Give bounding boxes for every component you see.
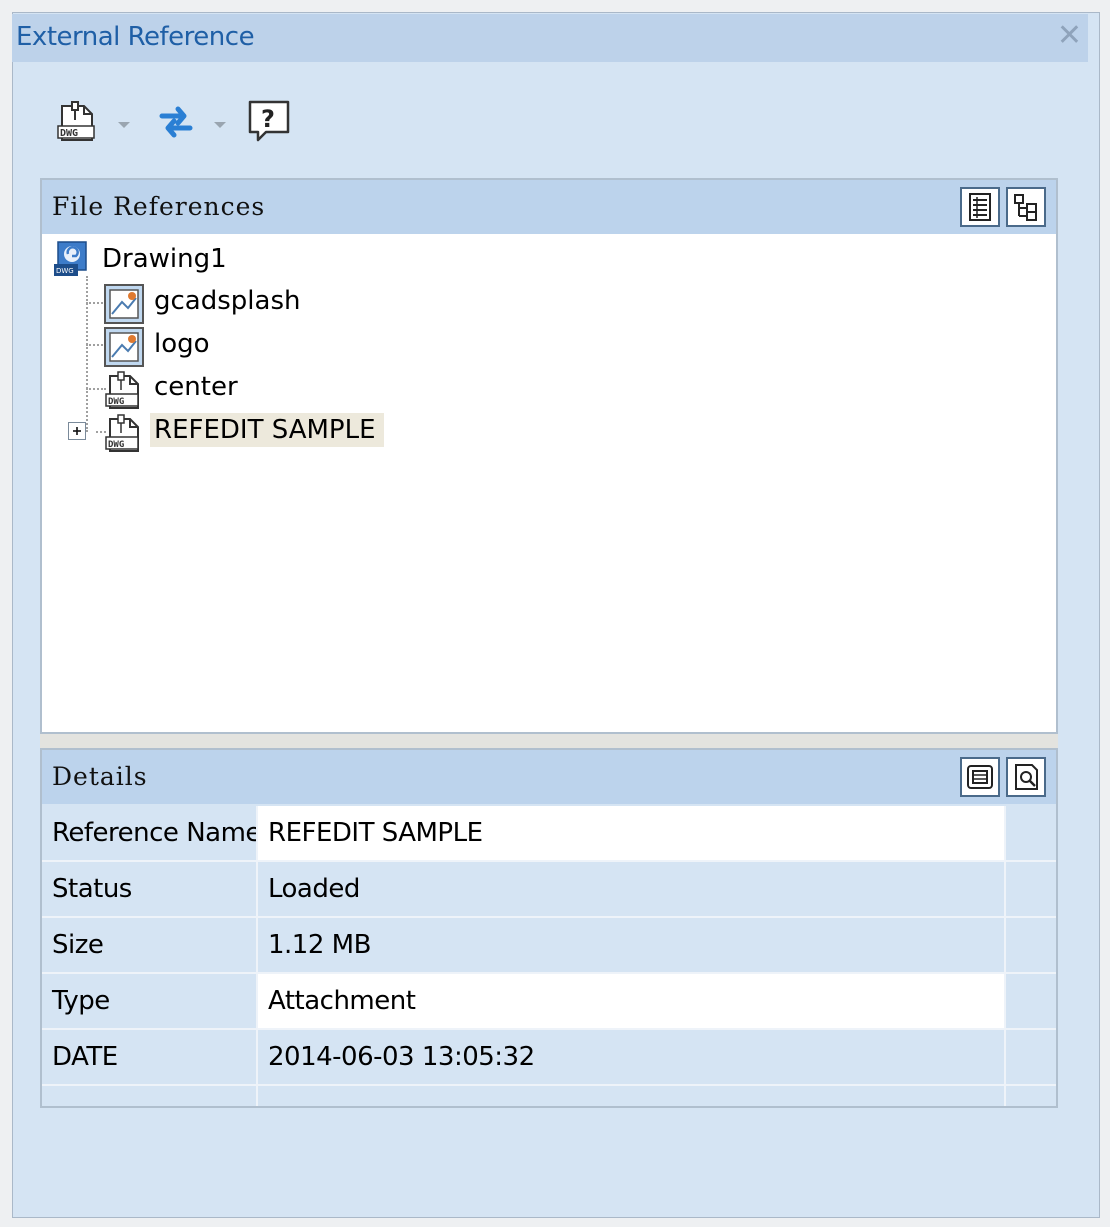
close-icon[interactable]: ✕ — [1057, 18, 1082, 53]
refresh-dropdown-arrow[interactable] — [212, 116, 228, 128]
reference-name-field[interactable]: REFEDIT SAMPLE — [258, 806, 1004, 860]
svg-text:DWG: DWG — [56, 267, 74, 275]
details-panel: Details Reference Name REFEDIT SAMPLE St… — [40, 748, 1058, 1108]
tree-item-gcadsplash[interactable]: gcadsplash — [104, 282, 404, 324]
details-title: Details — [52, 762, 148, 791]
toolbar: DWG ? — [40, 96, 440, 152]
refresh-icon — [159, 106, 193, 138]
file-references-title: File References — [52, 192, 266, 221]
details-row-name: Size — [42, 918, 258, 972]
raster-image-icon — [104, 284, 144, 324]
details-row-type: Type Attachment — [42, 974, 1056, 1030]
tree-connector — [86, 388, 106, 390]
details-view-icon — [967, 765, 993, 789]
svg-text:DWG: DWG — [108, 440, 124, 450]
help-button[interactable]: ? — [244, 96, 294, 146]
details-row-status: Status Loaded — [42, 862, 1056, 918]
details-row-empty — [42, 1086, 1056, 1106]
svg-text:?: ? — [261, 105, 275, 133]
preview-view-icon — [1015, 764, 1038, 790]
list-view-icon — [969, 193, 991, 221]
tree-connector — [86, 302, 106, 304]
tree-root-drawing1[interactable]: DWG Drawing1 — [52, 240, 352, 280]
preview-view-button[interactable] — [1006, 757, 1046, 797]
details-row-name: Type — [42, 974, 258, 1028]
tree-item-label: center — [154, 372, 238, 402]
details-row-name: DATE — [42, 1030, 258, 1084]
tree-view-button[interactable] — [1006, 187, 1046, 227]
file-references-header: File References — [42, 180, 1056, 234]
attach-dwg-button[interactable]: DWG — [54, 96, 104, 146]
help-icon: ? — [248, 100, 290, 142]
palette-title: External Reference — [16, 22, 255, 52]
tree-view-icon — [1014, 194, 1037, 221]
list-view-button[interactable] — [960, 187, 1000, 227]
details-row-name: Status — [42, 862, 258, 916]
attach-dwg-icon: DWG — [57, 101, 95, 141]
details-row-date: DATE 2014-06-03 13:05:32 — [42, 1030, 1056, 1086]
expand-toggle[interactable] — [68, 422, 86, 440]
attach-dropdown-arrow[interactable] — [116, 116, 132, 128]
panel-splitter[interactable] — [40, 734, 1058, 748]
raster-image-icon — [104, 327, 144, 367]
details-row-value: 2014-06-03 13:05:32 — [268, 1042, 535, 1072]
svg-text:DWG: DWG — [108, 397, 124, 407]
file-references-panel: File References DWG Drawing1 gcadsplash … — [40, 178, 1058, 734]
details-header: Details — [42, 750, 1056, 804]
tree-item-center[interactable]: DWG center — [104, 368, 404, 409]
plus-icon — [73, 427, 81, 435]
details-row-value: Loaded — [268, 874, 360, 904]
tree-item-label: gcadsplash — [154, 286, 301, 316]
details-view-button[interactable] — [960, 757, 1000, 797]
dwg-xref-icon: DWG — [105, 371, 139, 409]
details-row-name: Reference Name — [42, 806, 258, 860]
chevron-down-icon — [118, 122, 130, 128]
file-references-tree: DWG Drawing1 gcadsplash logo DWG center … — [42, 234, 1056, 732]
details-row-size: Size 1.12 MB — [42, 918, 1056, 974]
dwg-xref-icon: DWG — [105, 414, 139, 452]
tree-connector — [86, 344, 106, 346]
tree-item-label: logo — [154, 329, 210, 359]
svg-text:DWG: DWG — [60, 128, 78, 139]
details-table: Reference Name REFEDIT SAMPLE Status Loa… — [42, 804, 1056, 1106]
tree-root-label: Drawing1 — [102, 244, 227, 274]
dwg-drawing-icon: DWG — [54, 241, 87, 276]
chevron-down-icon — [214, 122, 226, 128]
tree-item-label: REFEDIT SAMPLE — [150, 413, 384, 447]
details-row-value: 1.12 MB — [268, 930, 371, 960]
tree-connector — [86, 276, 88, 432]
tree-item-logo[interactable]: logo — [104, 325, 404, 367]
palette-titlebar: External Reference ✕ — [12, 14, 1088, 62]
refresh-button[interactable] — [152, 96, 202, 146]
tree-item-refedit-sample[interactable]: DWG REFEDIT SAMPLE — [104, 411, 424, 452]
details-row-reference-name: Reference Name REFEDIT SAMPLE — [42, 806, 1056, 862]
type-field[interactable]: Attachment — [258, 974, 1004, 1028]
